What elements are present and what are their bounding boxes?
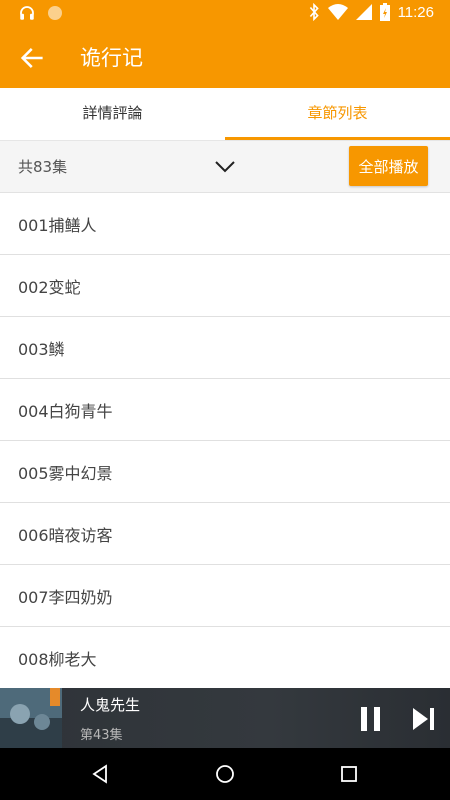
- episode-title: 002变蛇: [18, 278, 81, 297]
- episode-title: 007李四奶奶: [18, 588, 113, 607]
- signal-icon: [355, 4, 372, 20]
- list-item[interactable]: 004白狗青牛: [0, 379, 450, 441]
- album-cover[interactable]: [0, 688, 62, 748]
- wifi-icon: [327, 4, 348, 20]
- list-item[interactable]: 006暗夜访客: [0, 503, 450, 565]
- tab-details-comments[interactable]: 詳情評論: [0, 88, 225, 140]
- nav-home-icon[interactable]: [213, 762, 237, 786]
- episode-title: 008柳老大: [18, 650, 97, 669]
- navigation-bar: [0, 748, 450, 800]
- episode-header: 共83集 全部播放: [0, 141, 450, 193]
- skip-next-icon[interactable]: [410, 705, 438, 733]
- episode-list: 001捕鳝人 002变蛇 003鳞 004白狗青牛 005雾中幻景 006暗夜访…: [0, 193, 450, 689]
- list-item[interactable]: 008柳老大: [0, 627, 450, 689]
- tab-bar: 詳情評論 章節列表: [0, 88, 450, 141]
- list-item[interactable]: 003鳞: [0, 317, 450, 379]
- episode-count: 共83集: [18, 158, 68, 176]
- episode-title: 005雾中幻景: [18, 464, 113, 483]
- app-bar: 诡行记: [0, 26, 450, 88]
- episode-title: 003鳞: [18, 340, 65, 359]
- play-all-button[interactable]: 全部播放: [349, 146, 428, 186]
- episode-title: 004白狗青牛: [18, 402, 113, 421]
- battery-charging-icon: [379, 3, 390, 21]
- status-bar: 11:26: [0, 0, 450, 26]
- bluetooth-icon: [309, 3, 319, 21]
- active-tab-indicator: [225, 137, 450, 140]
- headphones-icon: [20, 6, 34, 20]
- now-playing-title: 人鬼先生: [80, 696, 141, 714]
- pause-icon[interactable]: [358, 705, 384, 733]
- list-item[interactable]: 001捕鳝人: [0, 193, 450, 255]
- notification-dot-icon: [48, 6, 62, 20]
- episode-title: 006暗夜访客: [18, 526, 113, 545]
- back-arrow-icon[interactable]: [18, 44, 46, 72]
- nav-back-icon[interactable]: [88, 762, 112, 786]
- episode-title: 001捕鳝人: [18, 216, 97, 235]
- list-item[interactable]: 005雾中幻景: [0, 441, 450, 503]
- cover-art-image: [0, 688, 62, 748]
- tab-episode-list[interactable]: 章節列表: [225, 88, 450, 140]
- list-item[interactable]: 007李四奶奶: [0, 565, 450, 627]
- page-title: 诡行记: [80, 46, 143, 70]
- now-playing-episode: 第43集: [80, 728, 123, 743]
- nav-recents-icon[interactable]: [337, 762, 361, 786]
- list-item[interactable]: 002变蛇: [0, 255, 450, 317]
- chevron-down-icon[interactable]: [212, 154, 238, 180]
- mini-player[interactable]: 人鬼先生 第43集: [0, 688, 450, 748]
- status-time: 11:26: [397, 3, 434, 21]
